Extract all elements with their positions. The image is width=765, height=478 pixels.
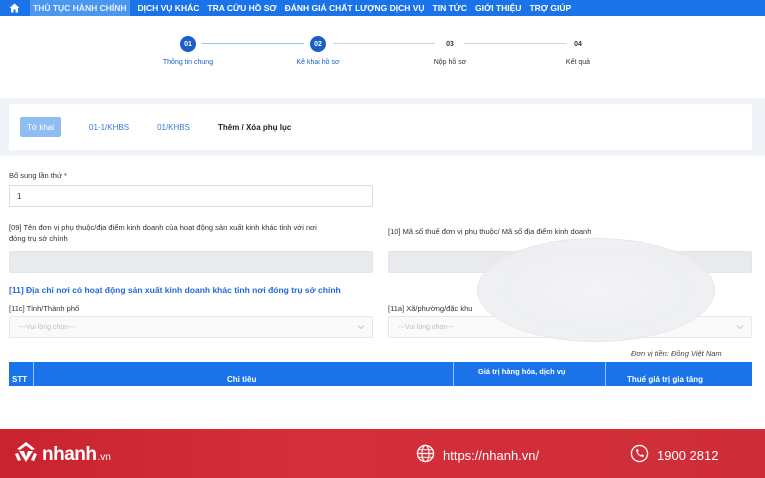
- nav-item-tro-giup[interactable]: TRỢ GIÚP: [529, 3, 571, 13]
- website-link[interactable]: https://nhanh.vn/: [416, 444, 539, 466]
- brand[interactable]: nhanh .vn: [13, 441, 111, 468]
- step-label: Kết quả: [565, 59, 591, 66]
- field11a-label: [11a] Xã/phường/đặc khu: [388, 304, 473, 313]
- nav-item-danh-gia[interactable]: ĐÁNH GIÁ CHẤT LƯỢNG DỊCH VỤ: [285, 3, 425, 13]
- column-divider: [453, 362, 454, 386]
- field09-label: [09] Tên đơn vị phụ thuộc/địa điểm kinh …: [9, 222, 379, 244]
- form-tabs: Tờ khai 01-1/KHBS 01/KHBS Thêm / Xóa phụ…: [9, 104, 752, 150]
- ward-select-value: ---Vui lòng chọn---: [398, 323, 455, 331]
- globe-icon: [416, 444, 443, 466]
- step-label: Nộp hồ sơ: [433, 59, 467, 66]
- step-number: 01: [180, 36, 196, 52]
- bo-sung-label: Bổ sung lần thứ *: [9, 171, 67, 180]
- nav-item-tra-cuu[interactable]: TRA CỨU HỒ SƠ: [207, 3, 276, 13]
- step-3: 03 Nộp hồ sơ: [400, 36, 500, 67]
- province-select-value: ---Vui lòng chọn---: [19, 323, 76, 331]
- nav-item-thu-tuc[interactable]: THỦ TỤC HÀNH CHÍNH: [30, 0, 130, 16]
- th-stt: STT: [12, 375, 28, 384]
- tab-to-khai[interactable]: Tờ khai: [20, 117, 62, 137]
- step-number: 02: [310, 36, 326, 52]
- tab-01-1-khbs[interactable]: 01-1/KHBS: [89, 117, 129, 137]
- field09-label-line2: đóng trụ sở chính: [9, 234, 68, 243]
- field11c-label: [11c] Tỉnh/Thành phố: [9, 304, 80, 313]
- step-2: 02 Kê khai hồ sơ: [268, 36, 368, 66]
- step-4: 04 Kết quả: [528, 36, 628, 67]
- phone-icon: [630, 444, 657, 466]
- column-divider: [605, 362, 606, 386]
- step-label: Kê khai hồ sơ: [296, 59, 340, 66]
- home-icon[interactable]: [8, 2, 20, 14]
- currency-note: Đơn vị tiền: Đồng Việt Nam: [631, 349, 722, 358]
- section11-title: [11] Địa chỉ nơi có hoạt động sản xuất k…: [9, 285, 341, 295]
- blur-overlay: [477, 238, 715, 342]
- table-header: STT Chỉ tiêu Giá trị hàng hóa, dịch vụ T…: [9, 362, 752, 386]
- phone-number: 1900 2812: [657, 447, 719, 463]
- field09-label-line1: [09] Tên đơn vị phụ thuộc/địa điểm kinh …: [9, 223, 317, 232]
- footer-banner: nhanh .vn https://nhanh.vn/ 1900 2812: [0, 429, 765, 478]
- tab-01-khbs[interactable]: 01/KHBS: [157, 117, 190, 137]
- tab-them-xoa-phu-luc[interactable]: Thêm / Xóa phụ lục: [218, 117, 291, 137]
- progress-stepper: 01 Thông tin chung 02 Kê khai hồ sơ 03 N…: [0, 28, 765, 88]
- brand-tld: .vn: [97, 451, 111, 463]
- field10-label: [10] Mã số thuế đơn vị phụ thuộc/ Mã số …: [388, 227, 592, 236]
- brand-name: nhanh: [42, 443, 97, 465]
- province-select[interactable]: ---Vui lòng chọn---: [9, 316, 373, 338]
- step-number: 04: [574, 40, 582, 48]
- nav-item-dich-vu-khac[interactable]: DỊCH VỤ KHÁC: [138, 3, 200, 13]
- field09-input[interactable]: [9, 251, 373, 273]
- th-chi-tieu: Chỉ tiêu: [227, 375, 257, 384]
- chevron-down-icon: [736, 323, 744, 333]
- website-url: https://nhanh.vn/: [443, 447, 540, 463]
- top-nav: THỦ TỤC HÀNH CHÍNH DỊCH VỤ KHÁC TRA CỨU …: [0, 0, 765, 16]
- phone-contact[interactable]: 1900 2812: [630, 444, 718, 466]
- page: THỦ TỤC HÀNH CHÍNH DỊCH VỤ KHÁC TRA CỨU …: [0, 0, 765, 478]
- step-number: 03: [446, 40, 454, 48]
- th-gia-tri: Giá trị hàng hóa, dịch vụ: [478, 367, 566, 376]
- chevron-down-icon: [357, 323, 365, 333]
- nhanh-logo-icon: [13, 441, 39, 468]
- bo-sung-input[interactable]: 1: [9, 185, 373, 207]
- nav-item-gioi-thieu[interactable]: GIỚI THIỆU: [475, 3, 521, 13]
- column-divider: [33, 362, 34, 386]
- step-1: 01 Thông tin chung: [138, 36, 238, 66]
- nav-item-tin-tuc[interactable]: TIN TỨC: [433, 3, 467, 13]
- th-thue: Thuế giá trị gia tăng: [627, 375, 704, 384]
- step-label: Thông tin chung: [162, 59, 214, 66]
